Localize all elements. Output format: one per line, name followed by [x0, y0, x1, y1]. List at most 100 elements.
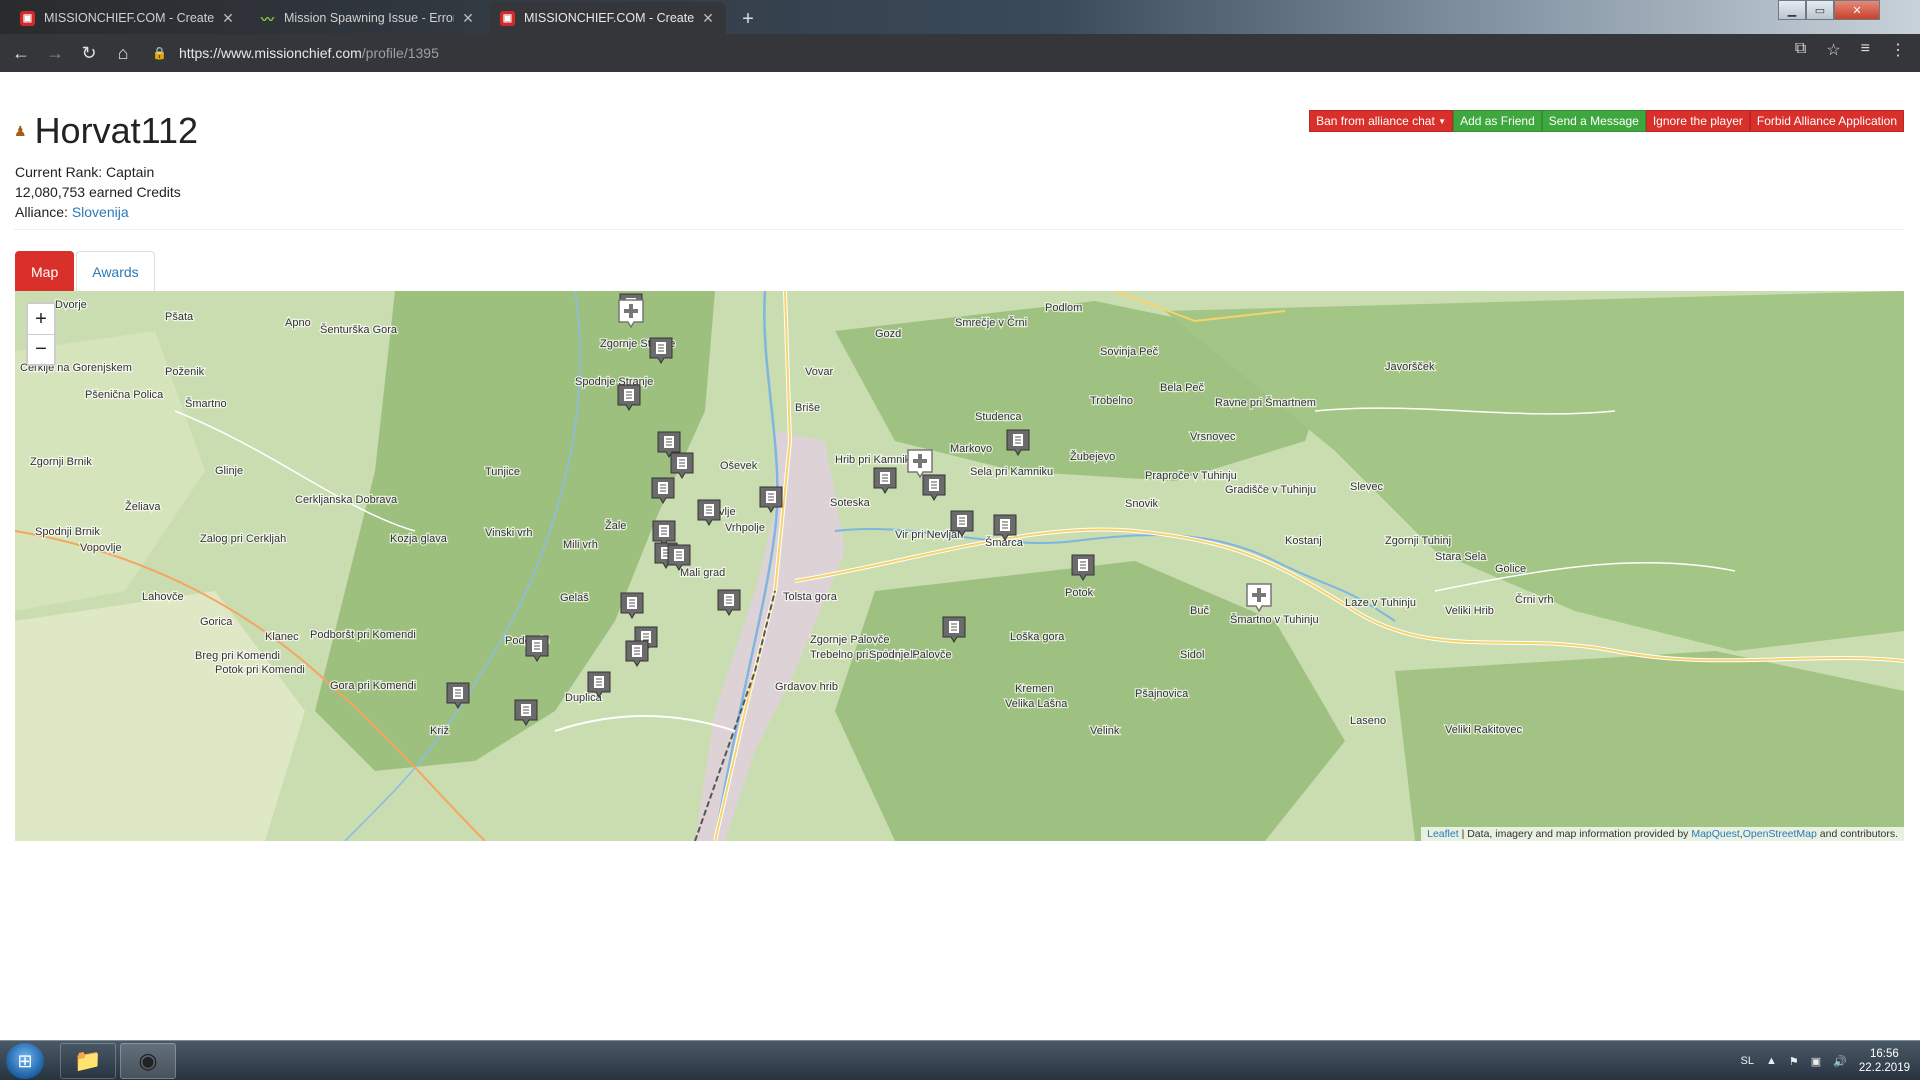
- language-indicator[interactable]: SL: [1740, 1055, 1753, 1067]
- map-place-label: Mili vrh: [563, 539, 598, 551]
- zoom-in-button[interactable]: +: [28, 304, 54, 334]
- map-place-label: Vrsnovec: [1190, 431, 1236, 443]
- flag-icon[interactable]: ⚑: [1789, 1055, 1799, 1068]
- map-place-label: Kozja glava: [390, 533, 448, 545]
- map-place-label: Grdavov hrib: [775, 681, 838, 693]
- map-place-label: Golice: [1495, 563, 1526, 575]
- map-place-label: Zalog pri Cerkljah: [200, 533, 286, 545]
- reload-icon[interactable]: ↻: [72, 36, 106, 70]
- map-place-label: Javoršček: [1385, 361, 1435, 373]
- map-place-label: Mali grad: [680, 567, 725, 579]
- map-place-label: Vovar: [805, 366, 833, 378]
- map-place-label: Pšata: [165, 311, 194, 323]
- chrome-icon[interactable]: ◉: [120, 1043, 176, 1079]
- map-tiles: Dvorje Pšata Apno Šenturška Gora Podlom Gozd S…: [15, 291, 1904, 841]
- file-explorer-icon[interactable]: 📁: [60, 1043, 116, 1079]
- map-place-label: Kostanj: [1285, 535, 1322, 547]
- extension-icon[interactable]: ≡: [1861, 40, 1870, 60]
- close-tab-icon[interactable]: ✕: [220, 10, 236, 27]
- zoom-out-button[interactable]: −: [28, 334, 54, 364]
- map-place-label: Šenturška Gora: [320, 323, 398, 336]
- profile-info: Current Rank: Captain 12,080,753 earned …: [15, 162, 181, 222]
- alliance-link[interactable]: Slovenija: [72, 204, 129, 220]
- tab-map[interactable]: Map: [15, 251, 75, 291]
- alliance-label: Alliance:: [15, 204, 68, 220]
- attribution-text: | Data, imagery and map information prov…: [1461, 828, 1689, 840]
- map-place-label: Vinski vrh: [485, 527, 532, 539]
- map-place-label: Cerkljanska Dobrava: [295, 494, 398, 506]
- map-place-label: Želiava: [125, 500, 161, 513]
- map-place-label: Trobelno: [1090, 395, 1133, 407]
- map-place-label: Buč: [1190, 605, 1209, 617]
- map-container[interactable]: Dvorje Pšata Apno Šenturška Gora Podlom Gozd S…: [15, 291, 1904, 841]
- close-tab-icon[interactable]: ✕: [460, 10, 476, 27]
- star-icon[interactable]: ☆: [1826, 40, 1840, 60]
- browser-tab-2[interactable]: 〰 Mission Spawning Issue - Errors, ✕: [250, 2, 486, 34]
- map-place-label: Bela Peč: [1160, 382, 1205, 394]
- map-place-label: Spodnji Brnik: [35, 526, 100, 538]
- page-content: ♟ Horvat112 Current Rank: Captain 12,080…: [0, 72, 1920, 1040]
- mapquest-link[interactable]: MapQuest: [1691, 828, 1739, 840]
- map-place-label: Laseno: [1350, 715, 1386, 727]
- browser-tab-1[interactable]: ▣ MISSIONCHIEF.COM - Create yo ✕: [10, 2, 246, 34]
- caret-down-icon: ▼: [1438, 116, 1447, 126]
- ban-from-chat-button[interactable]: Ban from alliance chat ▼: [1309, 110, 1454, 132]
- clock[interactable]: 16:56 22.2.2019: [1859, 1047, 1910, 1075]
- map-place-label: Loška gora: [1010, 631, 1065, 643]
- osm-link[interactable]: OpenStreetMap: [1743, 828, 1817, 840]
- home-icon[interactable]: ⌂: [106, 36, 140, 70]
- map-place-label: Oševek: [720, 460, 758, 472]
- profile-header: ♟ Horvat112: [14, 110, 198, 152]
- start-button[interactable]: ⊞: [6, 1043, 44, 1079]
- credits-text: 12,080,753 earned Credits: [15, 184, 181, 200]
- translate-icon[interactable]: ⧉: [1795, 40, 1806, 60]
- maximize-button[interactable]: ▭: [1806, 0, 1834, 20]
- map-place-label: Dvorje: [55, 299, 87, 311]
- browser-titlebar: ▣ MISSIONCHIEF.COM - Create yo ✕ 〰 Missi…: [0, 0, 1920, 34]
- back-arrow-icon[interactable]: ←: [4, 36, 38, 70]
- tab-awards[interactable]: Awards: [76, 251, 155, 291]
- map-place-label: Križ: [430, 725, 449, 737]
- map-place-label: Velink: [1090, 725, 1120, 737]
- volume-icon[interactable]: 🔊: [1833, 1055, 1847, 1068]
- forbid-alliance-button[interactable]: Forbid Alliance Application: [1749, 110, 1904, 132]
- map-place-label: Sidol: [1180, 649, 1204, 661]
- menu-icon[interactable]: ⋮: [1890, 40, 1906, 60]
- new-tab-button[interactable]: +: [735, 6, 761, 32]
- map-place-label: Laze v Tuhinju: [1345, 597, 1416, 609]
- tray-arrow-icon[interactable]: ▲: [1766, 1055, 1777, 1067]
- map-place-label: Tunjice: [485, 466, 520, 478]
- close-window-button[interactable]: ✕: [1834, 0, 1880, 20]
- rank-text: Current Rank: Captain: [15, 164, 155, 180]
- map-place-label: Slevec: [1350, 481, 1384, 493]
- ignore-player-button[interactable]: Ignore the player: [1645, 110, 1750, 132]
- user-icon: ♟: [14, 122, 27, 139]
- map-place-label: Gozd: [875, 328, 901, 340]
- clock-date: 22.2.2019: [1858, 1062, 1910, 1074]
- map-place-label: Potok pri Komendi: [215, 664, 305, 676]
- map-place-label: Žubejevo: [1070, 450, 1115, 463]
- network-icon[interactable]: ▣: [1811, 1055, 1821, 1068]
- tab-title: MISSIONCHIEF.COM - Create yo: [44, 11, 214, 25]
- map-place-label: Markovo: [950, 443, 992, 455]
- ban-label: Ban from alliance chat: [1316, 114, 1435, 128]
- leaflet-link[interactable]: Leaflet: [1427, 828, 1459, 840]
- map-zoom-control: + −: [26, 302, 56, 366]
- add-friend-button[interactable]: Add as Friend: [1453, 110, 1542, 132]
- close-tab-icon[interactable]: ✕: [700, 10, 716, 27]
- map-place-label: Vrhpolje: [725, 522, 765, 534]
- map-place-label: Podboršt pri Komendi: [310, 629, 416, 641]
- address-bar[interactable]: 🔒 https://www.missionchief.com/profile/1…: [140, 38, 1750, 68]
- profile-actions: Ban from alliance chat ▼ Add as Friend S…: [1309, 110, 1904, 132]
- tab-title: MISSIONCHIEF.COM - Create yo: [524, 11, 694, 25]
- map-place-label: Klanec: [265, 631, 299, 643]
- profile-name: Horvat112: [34, 110, 198, 151]
- forward-arrow-icon[interactable]: →: [38, 36, 72, 70]
- send-message-button[interactable]: Send a Message: [1541, 110, 1646, 132]
- map-place-label: Tolsta gora: [783, 591, 838, 603]
- windows-taskbar: ⊞ 📁 ◉ SL ▲ ⚑ ▣ 🔊 16:56 22.2.2019: [0, 1040, 1920, 1080]
- browser-tab-3[interactable]: ▣ MISSIONCHIEF.COM - Create yo ✕: [490, 2, 726, 34]
- map-place-label: Gradišče v Tuhinju: [1225, 484, 1316, 496]
- minimize-button[interactable]: ▁: [1778, 0, 1806, 20]
- map-place-label: Stara Sela: [1435, 551, 1487, 563]
